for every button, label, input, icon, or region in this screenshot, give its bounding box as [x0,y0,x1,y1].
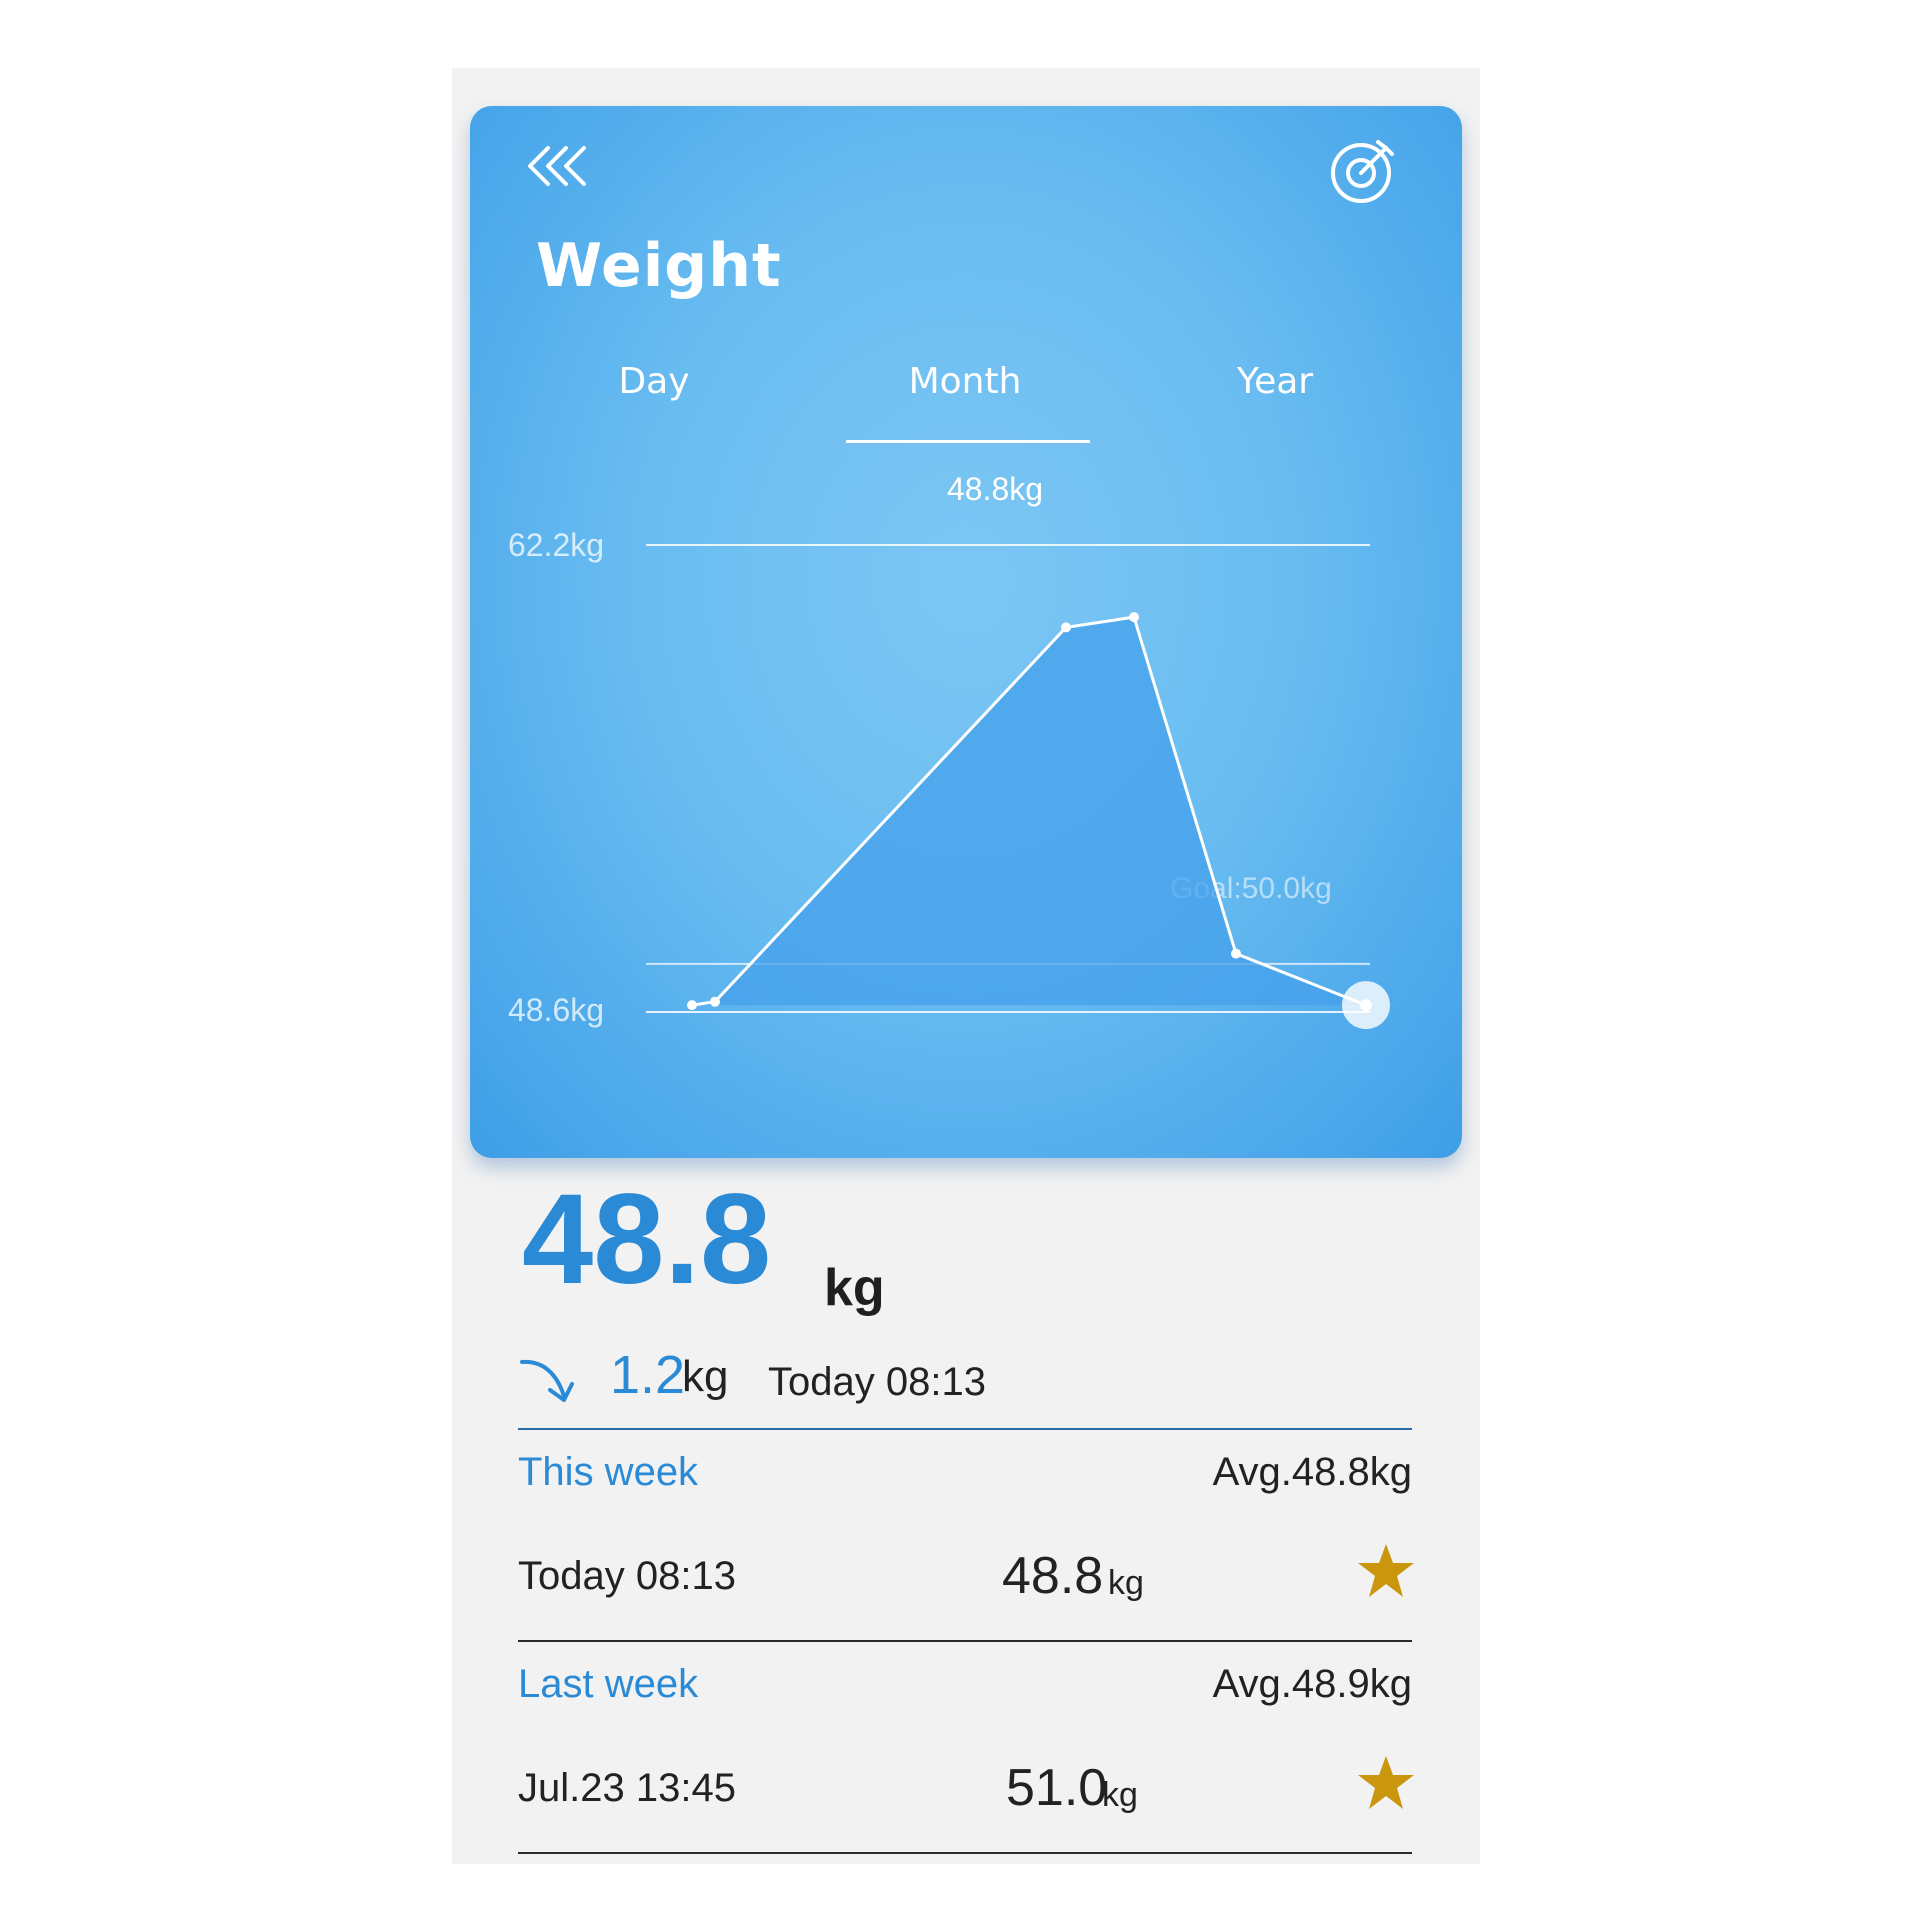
section-title-this-week: This week [518,1450,699,1494]
record-time: Today 08:13 [518,1554,736,1598]
y-max-label: 62.2kg [508,527,604,563]
current-weight-value: 48.8 [522,1168,772,1311]
section-title-last-week: Last week [518,1662,699,1706]
record-time: Jul.23 13:45 [518,1766,736,1810]
trend-down-icon [520,1359,574,1402]
weight-chart: 62.2kg 48.6kg Goal:50.0kg [508,527,1390,1030]
data-point[interactable] [1360,999,1372,1012]
record-unit: kg [1108,1564,1144,1602]
phone-screen: Weight Day Month Year 48.8kg 62.2kg 48.6… [452,68,1480,1864]
current-weight-unit: kg [824,1259,885,1317]
series-area [692,617,1366,1006]
data-point[interactable] [1231,948,1241,959]
section-avg-this-week: Avg.48.8kg [1212,1450,1412,1494]
measurement-time: Today 08:13 [768,1360,986,1404]
weight-change-value: 1.2 [610,1345,686,1405]
section-avg-last-week: Avg.48.9kg [1212,1662,1412,1706]
y-min-label: 48.6kg [508,992,604,1028]
summary-divider [518,1428,1412,1430]
weight-chart-card: Weight Day Month Year 48.8kg 62.2kg 48.6… [470,106,1462,1158]
data-point[interactable] [1061,622,1071,633]
weight-change-unit: kg [682,1352,729,1401]
record-divider [518,1852,1412,1854]
record-divider [518,1640,1412,1642]
star-icon[interactable] [1356,1754,1416,1812]
record-value: 48.8 [1002,1547,1104,1605]
record-unit: kg [1102,1776,1138,1814]
data-point[interactable] [1129,612,1139,623]
record-value: 51.0 [1006,1759,1108,1817]
data-point[interactable] [710,996,720,1007]
star-icon[interactable] [1356,1542,1416,1600]
data-point[interactable] [687,1000,697,1011]
